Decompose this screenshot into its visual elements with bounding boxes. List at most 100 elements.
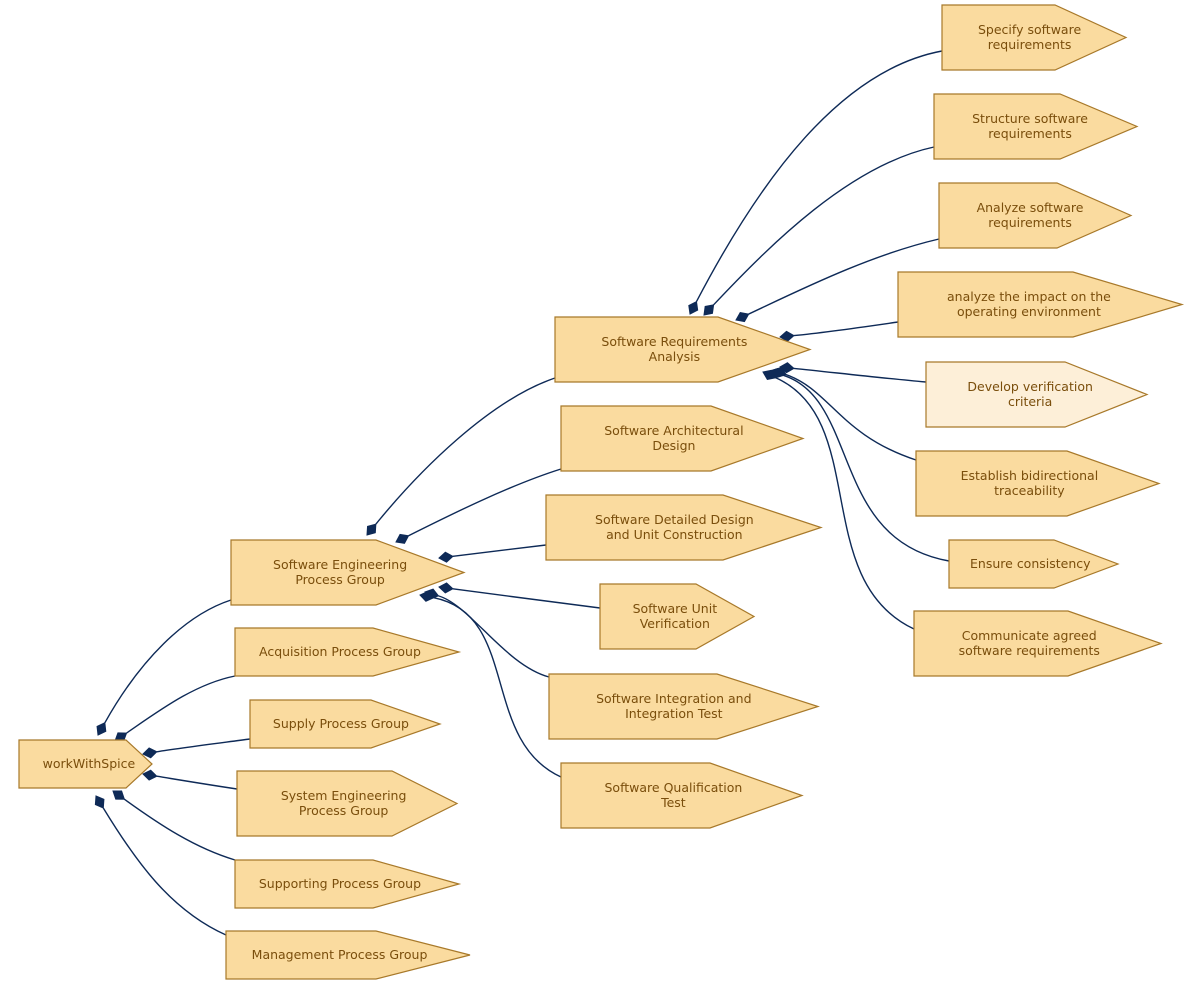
edge-line	[793, 367, 927, 383]
node-label: Analysis	[649, 349, 701, 364]
node-label: Communicate agreed	[962, 628, 1097, 643]
edge-line	[433, 597, 562, 778]
composition-diamond-icon	[142, 769, 158, 781]
node-label: operating environment	[957, 304, 1101, 319]
process-node-syseng[interactable]: System EngineeringProcess Group	[236, 770, 459, 837]
node-label: criteria	[1008, 394, 1052, 409]
node-label: Test	[660, 795, 686, 810]
process-node-sqt[interactable]: Software QualificationTest	[560, 762, 804, 829]
composition-diamond-icon	[438, 551, 454, 563]
edge-line	[452, 544, 547, 557]
process-node-sad[interactable]: Software ArchitecturalDesign	[560, 405, 805, 472]
edge-root-to-man	[94, 795, 227, 936]
edge-line	[375, 377, 556, 525]
process-node-sdd[interactable]: Software Detailed Designand Unit Constru…	[545, 494, 823, 561]
node-label: Verification	[640, 616, 710, 631]
node-label: Ensure consistency	[970, 556, 1091, 571]
edge-root-to-syseng	[142, 769, 238, 790]
process-diagram: workWithSpiceSoftware EngineeringProcess…	[18, 4, 1185, 980]
edge-line	[452, 588, 601, 609]
node-label: Structure software	[972, 111, 1088, 126]
composition-diamond-icon	[735, 311, 750, 323]
edge-line	[438, 595, 550, 678]
nodes-layer: workWithSpiceSoftware EngineeringProcess…	[18, 4, 1185, 980]
node-label: Develop verification	[967, 379, 1092, 394]
node-label: Software Detailed Design	[595, 512, 754, 527]
node-label: Software Unit	[633, 601, 718, 616]
process-node-suv[interactable]: Software UnitVerification	[599, 583, 756, 650]
edge-line	[695, 50, 943, 302]
node-label: Management Process Group	[252, 947, 428, 962]
edge-line	[104, 599, 232, 724]
node-label: Specify software	[978, 22, 1081, 37]
composition-diamond-icon	[395, 533, 410, 544]
node-label: requirements	[988, 126, 1072, 141]
process-node-impact[interactable]: analyze the impact on theoperating envir…	[897, 271, 1185, 338]
process-node-struct[interactable]: Structure softwarerequirements	[933, 93, 1139, 160]
node-label: Design	[652, 438, 695, 453]
process-node-sup[interactable]: Supply Process Group	[249, 699, 442, 749]
edge-sra-to-comm	[762, 369, 915, 630]
composition-diamond-icon	[96, 722, 107, 736]
node-label: System Engineering	[281, 788, 407, 803]
edge-sra-to-verif	[779, 362, 927, 383]
process-node-acq[interactable]: Acquisition Process Group	[234, 627, 462, 677]
node-label: software requirements	[959, 643, 1100, 658]
node-label: traceability	[994, 483, 1065, 498]
node-label: Software Qualification	[605, 780, 743, 795]
node-label: Supply Process Group	[273, 716, 409, 731]
process-node-sit[interactable]: Software Integration andIntegration Test	[548, 673, 820, 740]
edge-line	[156, 775, 238, 790]
process-node-spec[interactable]: Specify softwarerequirements	[941, 4, 1128, 71]
composition-diamond-icon	[366, 523, 377, 536]
process-node-supp[interactable]: Supporting Process Group	[234, 859, 462, 909]
node-label: Software Integration and	[596, 691, 751, 706]
node-label: analyze the impact on the	[947, 289, 1111, 304]
process-node-root[interactable]: workWithSpice	[18, 739, 153, 789]
node-label: Integration Test	[625, 706, 723, 721]
node-label: Software Engineering	[273, 557, 407, 572]
process-node-anal[interactable]: Analyze softwarerequirements	[938, 182, 1133, 249]
edge-line	[156, 738, 251, 753]
edge-line	[408, 468, 562, 537]
process-node-verif[interactable]: Develop verificationcriteria	[925, 361, 1149, 428]
node-label: requirements	[988, 37, 1072, 52]
edge-line	[123, 798, 236, 861]
node-label: Establish bidirectional	[961, 468, 1099, 483]
edge-seng-to-sdd	[438, 544, 547, 563]
node-label: requirements	[988, 215, 1072, 230]
edge-seng-to-sra	[366, 377, 556, 536]
node-label: Process Group	[295, 572, 385, 587]
edge-sra-to-trace	[772, 367, 917, 461]
edge-seng-to-suv	[438, 582, 601, 609]
process-node-cons[interactable]: Ensure consistency	[948, 539, 1120, 589]
composition-diamond-icon	[142, 747, 158, 759]
composition-diamond-icon	[94, 795, 105, 809]
edge-root-to-sup	[142, 738, 251, 759]
edge-sra-to-impact	[779, 321, 899, 342]
composition-diamond-icon	[112, 790, 126, 800]
edge-root-to-seng	[96, 599, 232, 736]
edge-seng-to-sqt	[419, 590, 562, 778]
node-label: Software Architectural	[604, 423, 743, 438]
composition-diamond-icon	[688, 300, 699, 315]
edge-seng-to-sad	[395, 468, 562, 544]
node-label: Software Requirements	[601, 334, 747, 349]
node-label: Analyze software	[977, 200, 1084, 215]
composition-diamond-icon	[703, 304, 715, 316]
edge-line	[126, 675, 236, 734]
process-node-trace[interactable]: Establish bidirectionaltraceability	[915, 450, 1161, 517]
edges-layer	[94, 50, 950, 936]
edge-line	[775, 377, 915, 630]
composition-diamond-icon	[438, 582, 454, 594]
node-label: Acquisition Process Group	[259, 644, 421, 659]
node-label: Process Group	[299, 803, 389, 818]
node-label: Supporting Process Group	[259, 876, 421, 891]
edge-root-to-acq	[114, 675, 236, 742]
node-label: workWithSpice	[43, 756, 136, 771]
edge-line	[793, 321, 899, 337]
process-node-man[interactable]: Management Process Group	[225, 930, 471, 980]
edge-seng-to-sit	[424, 588, 550, 678]
node-label: and Unit Construction	[606, 527, 743, 542]
process-node-comm[interactable]: Communicate agreedsoftware requirements	[913, 610, 1163, 677]
